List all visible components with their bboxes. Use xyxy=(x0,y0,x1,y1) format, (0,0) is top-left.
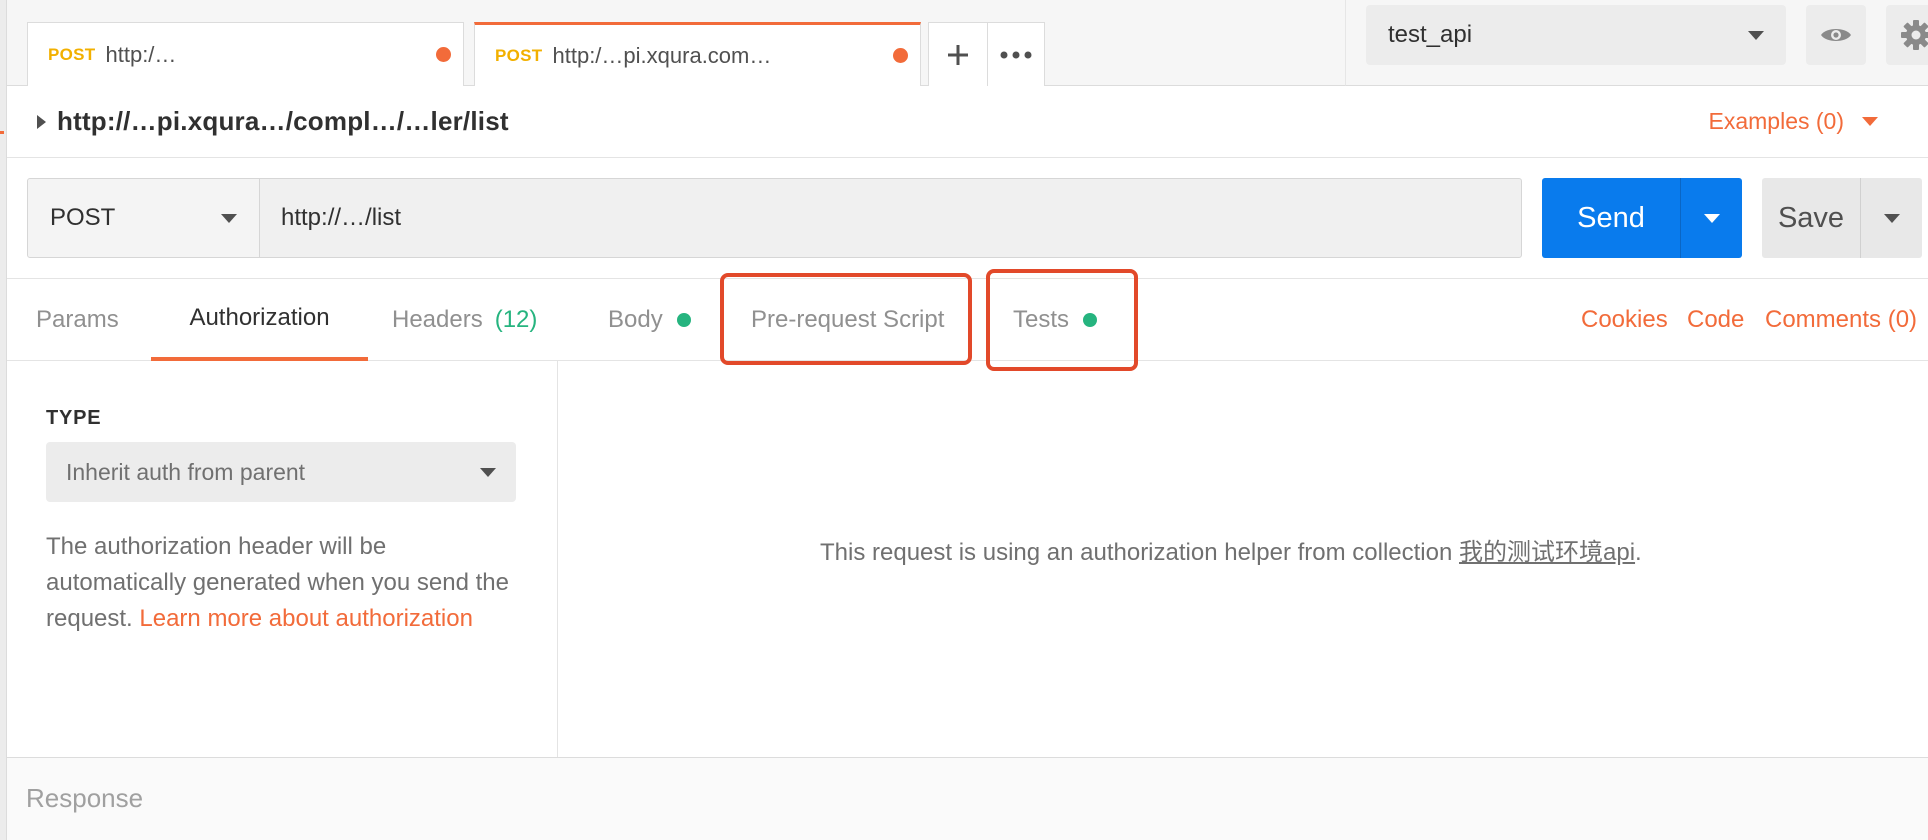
send-button[interactable]: Send xyxy=(1542,178,1742,258)
request-name[interactable]: http://…pi.xqura…/compl…/…ler/list xyxy=(57,106,509,137)
response-label: Response xyxy=(26,783,144,813)
save-button[interactable]: Save xyxy=(1762,178,1922,258)
chevron-down-icon xyxy=(1862,117,1878,126)
auth-detail-panel: This request is using an authorization h… xyxy=(558,361,1928,757)
auth-type-value: Inherit auth from parent xyxy=(66,458,306,485)
tab-options-button[interactable] xyxy=(987,22,1045,86)
chevron-down-icon xyxy=(1883,213,1900,223)
response-panel[interactable]: Response xyxy=(7,757,1928,840)
tab-pre-request-script[interactable]: Pre-request Script xyxy=(751,279,944,361)
http-method-select[interactable]: POST xyxy=(27,178,260,258)
comments-link-label: Comments (0) xyxy=(1765,306,1918,333)
environment-quick-look-button[interactable] xyxy=(1806,5,1866,65)
request-tab[interactable]: POST http:/… xyxy=(27,22,464,86)
auth-description: The authorization header will be automat… xyxy=(46,529,516,637)
tab-params[interactable]: Params xyxy=(36,279,119,361)
environment-settings-button[interactable] xyxy=(1886,5,1928,65)
eye-icon xyxy=(1821,29,1851,41)
ellipsis-icon xyxy=(1000,51,1032,58)
chevron-down-icon xyxy=(1703,213,1720,223)
collection-link[interactable]: 我的测试环境api xyxy=(1459,539,1635,566)
tab-method-label: POST xyxy=(48,44,96,64)
examples-dropdown[interactable]: Examples (0) xyxy=(1709,108,1878,135)
send-options-button[interactable] xyxy=(1680,178,1742,258)
comments-link[interactable]: Comments (0) xyxy=(1765,279,1917,361)
unsaved-dot-icon xyxy=(436,47,451,62)
environment-select[interactable]: test_api xyxy=(1366,5,1786,65)
auth-type-label: TYPE xyxy=(46,407,102,429)
tab-url-label: http:/… xyxy=(105,41,177,67)
new-tab-button[interactable] xyxy=(928,22,988,86)
request-tab-active[interactable]: POST http:/…pi.xqura.com… xyxy=(474,22,921,86)
status-dot-icon xyxy=(1083,313,1098,327)
auth-type-panel: TYPE Inherit auth from parent The author… xyxy=(7,361,558,757)
unsaved-dot-icon xyxy=(893,48,908,63)
auth-helper-text: This request is using an authorization h… xyxy=(820,539,1453,566)
auth-helper-message: This request is using an authorization h… xyxy=(820,532,1642,567)
tab-body[interactable]: Body xyxy=(608,279,691,361)
request-url-input[interactable] xyxy=(259,178,1522,258)
tab-headers[interactable]: Headers (12) xyxy=(392,279,537,361)
code-link[interactable]: Code xyxy=(1687,279,1744,361)
tab-params-label: Params xyxy=(36,306,119,333)
chevron-down-icon xyxy=(480,467,496,477)
send-button-label: Send xyxy=(1577,201,1645,234)
environment-bar: test_api xyxy=(1345,0,1928,86)
tab-body-label: Body xyxy=(608,306,663,333)
plus-icon xyxy=(948,44,968,65)
headers-count-badge: (12) xyxy=(494,306,538,333)
caret-right-icon[interactable] xyxy=(37,114,46,129)
tab-headers-label: Headers xyxy=(392,306,483,333)
examples-label: Examples (0) xyxy=(1708,108,1844,134)
environment-select-value: test_api xyxy=(1388,21,1473,48)
auth-helper-suffix: . xyxy=(1635,539,1642,566)
chevron-down-icon xyxy=(221,213,237,223)
request-tab-strip: POST http:/… POST http:/…pi.xqura.com… xyxy=(7,0,1345,86)
tab-method-label: POST xyxy=(495,45,543,65)
chevron-down-icon xyxy=(1748,30,1764,40)
save-options-button[interactable] xyxy=(1860,178,1922,258)
http-method-value: POST xyxy=(50,204,116,231)
code-link-label: Code xyxy=(1687,306,1745,333)
tab-tests[interactable]: Tests xyxy=(1013,279,1098,361)
cookies-link[interactable]: Cookies xyxy=(1581,279,1668,361)
gear-icon xyxy=(1901,20,1928,50)
learn-more-link[interactable]: Learn more about authorization xyxy=(139,605,473,632)
tab-authorization-label: Authorization xyxy=(189,304,330,331)
auth-type-select[interactable]: Inherit auth from parent xyxy=(46,442,516,502)
request-breadcrumb: http://…pi.xqura…/compl…/…ler/list Examp… xyxy=(7,86,1928,158)
tab-authorization[interactable]: Authorization xyxy=(151,279,368,361)
save-button-label: Save xyxy=(1777,201,1845,234)
cookies-link-label: Cookies xyxy=(1581,306,1668,333)
tab-pre-request-script-label: Pre-request Script xyxy=(751,306,945,333)
tab-url-label: http:/…pi.xqura.com… xyxy=(552,42,772,68)
sidebar-edge xyxy=(0,0,7,840)
sidebar-accent xyxy=(0,131,4,134)
tab-tests-label: Tests xyxy=(1013,306,1070,333)
status-dot-icon xyxy=(676,313,691,327)
request-section-tabs: Params Authorization Headers (12) Body Pr… xyxy=(7,269,1928,371)
